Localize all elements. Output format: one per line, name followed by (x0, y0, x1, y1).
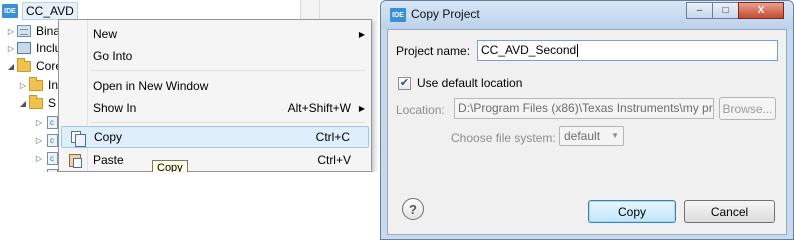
check-icon: ✔ (399, 77, 410, 89)
menu-item-label: Show In (93, 101, 137, 115)
copy-icon (68, 129, 86, 147)
browse-button[interactable]: Browse... (719, 97, 776, 120)
file-system-label: Choose file system: (451, 131, 556, 145)
folder-icon (29, 94, 43, 109)
c-file-icon: c (46, 151, 58, 165)
expand-arrow-icon[interactable]: ▷ (34, 154, 44, 163)
menu-item-label: Open in New Window (93, 79, 209, 93)
c-file-icon: c (46, 115, 58, 129)
tree-root-project[interactable]: IDE CC_AVD (2, 2, 78, 20)
project-name-label: CC_AVD (22, 2, 78, 20)
menu-item-label: Copy (94, 130, 123, 144)
ide-project-icon: IDE (2, 4, 18, 18)
menu-item-open-in-new-window[interactable]: Open in New Window (61, 75, 369, 97)
tree-item-label: In (48, 78, 59, 92)
tree-item-binaries[interactable]: ▷ Bina (6, 22, 60, 40)
menu-item-label: New (93, 27, 118, 41)
menu-item-label: Go Into (93, 49, 133, 63)
location-label: Location: (396, 103, 445, 117)
menu-item-new[interactable]: New ▶ (61, 23, 369, 45)
expand-arrow-icon[interactable]: ▷ (18, 81, 28, 90)
dialog-body: Project name: CC_AVD_Second ✔ Use defaul… (387, 29, 787, 235)
tree-item-folder[interactable]: ▷ In (18, 76, 58, 94)
tree-item-label: Bina (36, 24, 61, 38)
submenu-arrow-icon: ▶ (358, 29, 365, 39)
menu-item-paste[interactable]: Paste Ctrl+V (61, 149, 369, 171)
tree-item-includes[interactable]: ▷ Inclu (6, 39, 61, 57)
folder-icon (17, 57, 31, 72)
help-icon[interactable]: ? (402, 198, 424, 220)
tree-item-label: S (48, 96, 57, 110)
context-menu: New ▶ Go Into Open in New Window Show In… (58, 19, 372, 172)
file-system-select[interactable]: default ▼ (559, 126, 624, 146)
use-default-location-checkbox[interactable]: ✔ (398, 77, 411, 90)
project-name-value: CC_AVD_Second (481, 43, 577, 57)
expand-arrow-icon[interactable]: ▷ (34, 171, 44, 173)
location-value: D:\Program Files (x86)\Texas Instruments… (458, 101, 713, 115)
submenu-arrow-icon: ▶ (358, 103, 365, 113)
menu-item-label: Paste (93, 153, 124, 167)
maximize-button[interactable]: □ (712, 2, 739, 19)
copy-button[interactable]: Copy (588, 200, 676, 223)
menu-item-go-into[interactable]: Go Into (61, 45, 369, 67)
location-input[interactable]: D:\Program Files (x86)\Texas Instruments… (454, 98, 714, 119)
cancel-button[interactable]: Cancel (684, 200, 775, 223)
menu-shortcut: Ctrl+C (315, 130, 350, 144)
project-name-input[interactable]: CC_AVD_Second (477, 40, 778, 61)
dialog-title: Copy Project (411, 7, 480, 21)
project-name-label: Project name: (396, 44, 471, 58)
collapse-arrow-icon[interactable]: ◢ (18, 99, 28, 108)
expand-arrow-icon[interactable]: ▷ (34, 136, 44, 145)
menu-shortcut: Ctrl+V (317, 153, 351, 167)
dialog-titlebar[interactable]: IDE Copy Project – □ X (381, 1, 793, 29)
copy-project-dialog: IDE Copy Project – □ X Project name: CC_… (380, 0, 794, 240)
collapse-arrow-icon[interactable]: ◢ (6, 62, 16, 71)
file-system-value: default (564, 129, 601, 143)
paste-icon (67, 152, 83, 168)
tooltip: Copy (152, 160, 188, 172)
menu-shortcut: Alt+Shift+W (287, 101, 351, 115)
tree-item-core[interactable]: ◢ Core (6, 57, 62, 75)
chevron-down-icon: ▼ (611, 131, 619, 140)
menu-item-show-in[interactable]: Show In Alt+Shift+W ▶ (61, 97, 369, 119)
c-file-icon: c (46, 168, 58, 172)
text-caret (577, 44, 579, 58)
menu-item-copy[interactable]: Copy Ctrl+C (61, 126, 369, 148)
expand-arrow-icon[interactable]: ▷ (6, 44, 16, 53)
menu-separator (91, 122, 365, 123)
folder-icon (29, 76, 43, 91)
expand-arrow-icon[interactable]: ▷ (6, 27, 16, 36)
includes-icon (17, 42, 31, 54)
menu-separator (91, 70, 365, 71)
ide-app-icon: IDE (390, 8, 406, 22)
project-explorer: IDE CC_AVD ▷ Bina ▷ Inclu ◢ Core ▷ In ◢ … (0, 0, 378, 172)
close-button[interactable]: X (738, 2, 784, 19)
binaries-icon (17, 25, 31, 37)
use-default-location-label[interactable]: Use default location (417, 76, 522, 90)
tree-item-source-folder[interactable]: ◢ S (18, 94, 56, 112)
c-file-icon: c (46, 133, 58, 147)
expand-arrow-icon[interactable]: ▷ (34, 118, 44, 127)
minimize-button[interactable]: – (686, 2, 713, 19)
